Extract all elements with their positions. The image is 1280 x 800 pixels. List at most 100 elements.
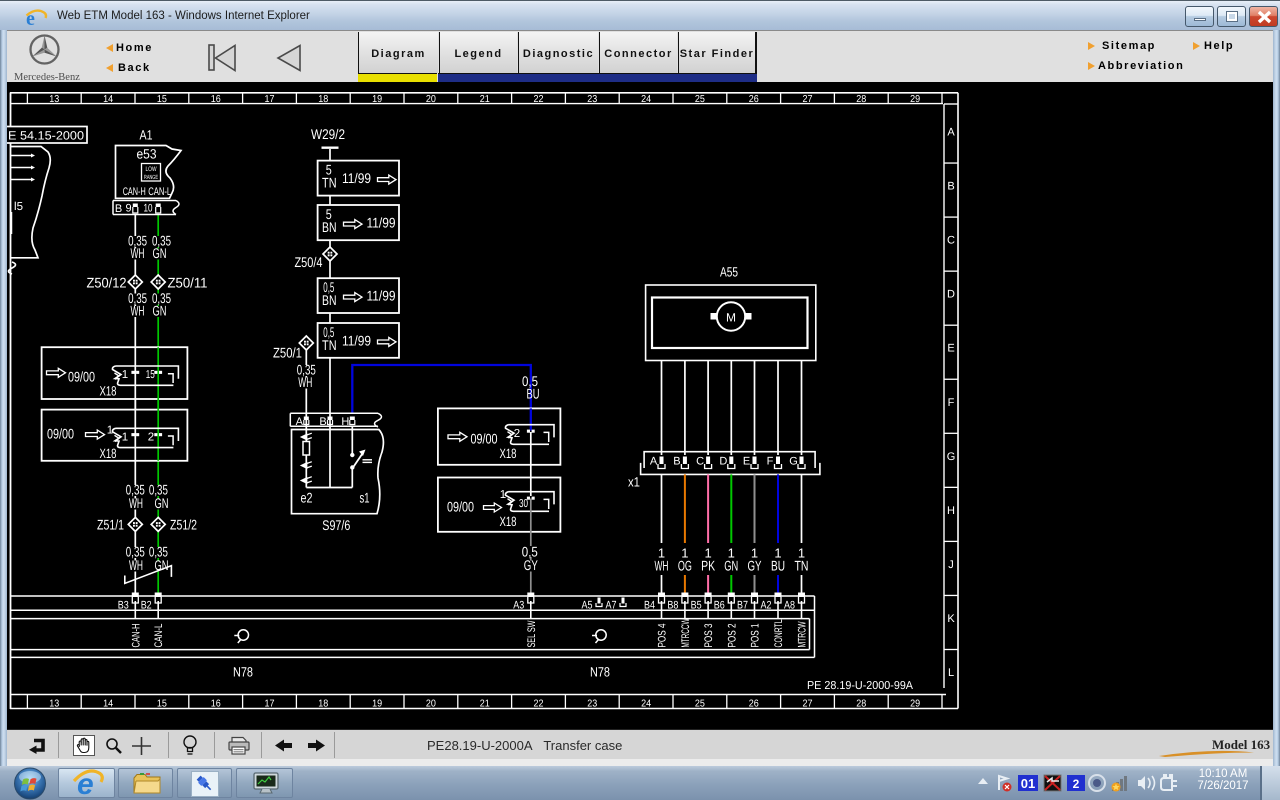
svg-text:OG: OG bbox=[678, 558, 692, 574]
svg-text:POS 3: POS 3 bbox=[703, 624, 715, 648]
svg-text:15: 15 bbox=[157, 699, 167, 710]
svg-text:CAN-L: CAN-L bbox=[153, 624, 165, 648]
svg-text:s1: s1 bbox=[360, 490, 370, 506]
svg-text:21: 21 bbox=[480, 699, 490, 710]
svg-text:x1: x1 bbox=[628, 474, 640, 489]
svg-text:B: B bbox=[319, 416, 326, 428]
svg-text:20: 20 bbox=[426, 94, 436, 105]
svg-text:25: 25 bbox=[695, 94, 705, 105]
svg-text:GY: GY bbox=[748, 558, 762, 574]
svg-text:2: 2 bbox=[514, 428, 520, 440]
svg-text:17: 17 bbox=[265, 699, 275, 710]
svg-text:09/00: 09/00 bbox=[47, 426, 74, 442]
svg-text:B6: B6 bbox=[714, 599, 725, 611]
svg-text:A5: A5 bbox=[582, 599, 593, 611]
svg-text:16: 16 bbox=[211, 94, 221, 105]
svg-text:B5: B5 bbox=[691, 599, 702, 611]
svg-text:A: A bbox=[947, 127, 955, 139]
svg-text:Z51/1: Z51/1 bbox=[97, 517, 124, 533]
svg-text:H: H bbox=[341, 416, 349, 428]
svg-text:X18: X18 bbox=[500, 446, 517, 461]
svg-text:B7: B7 bbox=[737, 599, 748, 611]
svg-text:BU: BU bbox=[527, 385, 540, 401]
svg-text:K: K bbox=[947, 613, 955, 625]
svg-text:GN: GN bbox=[155, 495, 169, 511]
svg-text:PK: PK bbox=[701, 558, 715, 574]
svg-text:S97/6: S97/6 bbox=[322, 517, 350, 533]
svg-text:30: 30 bbox=[519, 498, 528, 510]
svg-text:Z50/1: Z50/1 bbox=[273, 345, 302, 361]
svg-text:Z51/2: Z51/2 bbox=[170, 517, 197, 533]
svg-text:MTRCW: MTRCW bbox=[797, 621, 809, 647]
svg-text:W29/2: W29/2 bbox=[311, 126, 345, 142]
svg-text:A1: A1 bbox=[140, 128, 153, 143]
svg-text:A55: A55 bbox=[720, 265, 738, 280]
svg-text:X18: X18 bbox=[100, 384, 117, 399]
svg-text:LOW: LOW bbox=[146, 166, 158, 173]
svg-text:TN: TN bbox=[322, 337, 337, 353]
svg-text:A3: A3 bbox=[513, 599, 524, 611]
svg-text:CONRTL: CONRTL bbox=[773, 620, 785, 648]
svg-text:23: 23 bbox=[587, 699, 597, 710]
svg-text:POS 1: POS 1 bbox=[750, 624, 762, 648]
svg-text:26: 26 bbox=[749, 699, 759, 710]
svg-text:BU: BU bbox=[771, 558, 785, 574]
svg-text:Z50/4: Z50/4 bbox=[295, 254, 323, 270]
svg-text:22: 22 bbox=[534, 699, 544, 710]
svg-text:E: E bbox=[947, 343, 954, 355]
svg-text:18: 18 bbox=[318, 699, 328, 710]
svg-text:H: H bbox=[947, 505, 955, 517]
svg-text:WH: WH bbox=[131, 245, 145, 261]
svg-text:GN: GN bbox=[153, 303, 167, 319]
svg-text:PE 28.19-U-2000-99A: PE 28.19-U-2000-99A bbox=[807, 680, 913, 692]
svg-text:C: C bbox=[696, 456, 704, 468]
svg-text:TN: TN bbox=[795, 558, 809, 574]
svg-text:17: 17 bbox=[265, 94, 275, 105]
svg-text:2: 2 bbox=[1073, 777, 1080, 791]
svg-text:BN: BN bbox=[322, 219, 337, 235]
svg-text:20: 20 bbox=[426, 699, 436, 710]
svg-text:WH: WH bbox=[129, 495, 143, 511]
svg-text:X18: X18 bbox=[100, 446, 117, 461]
svg-text:e2: e2 bbox=[301, 490, 313, 506]
svg-text:28: 28 bbox=[856, 94, 866, 105]
svg-text:25: 25 bbox=[695, 699, 705, 710]
svg-text:L: L bbox=[948, 667, 954, 679]
svg-text:09/00: 09/00 bbox=[447, 499, 474, 515]
svg-text:G: G bbox=[789, 456, 798, 468]
svg-text:29: 29 bbox=[910, 94, 920, 105]
svg-text:18: 18 bbox=[318, 94, 328, 105]
svg-text:A2: A2 bbox=[761, 599, 772, 611]
svg-text:MTRCCW: MTRCCW bbox=[680, 618, 692, 647]
svg-text:9: 9 bbox=[125, 203, 131, 215]
svg-text:M: M bbox=[726, 311, 736, 325]
svg-text:X18: X18 bbox=[500, 514, 517, 529]
svg-text:11/99: 11/99 bbox=[367, 288, 396, 304]
svg-text:WH: WH bbox=[131, 303, 145, 319]
svg-text:RANGE: RANGE bbox=[144, 174, 158, 181]
svg-text:CAN-H: CAN-H bbox=[130, 623, 142, 647]
svg-text:BN: BN bbox=[322, 292, 337, 308]
svg-text:Z50/12: Z50/12 bbox=[87, 275, 127, 291]
svg-text:l5: l5 bbox=[14, 201, 23, 213]
svg-text:WH: WH bbox=[298, 374, 312, 390]
svg-text:14: 14 bbox=[103, 699, 113, 710]
svg-text:B: B bbox=[673, 456, 680, 468]
svg-text:D: D bbox=[947, 289, 955, 301]
svg-text:24: 24 bbox=[641, 699, 651, 710]
svg-text:21: 21 bbox=[480, 94, 490, 105]
svg-text:B3: B3 bbox=[118, 599, 129, 611]
svg-text:14: 14 bbox=[103, 94, 113, 105]
svg-text:WH: WH bbox=[129, 557, 143, 573]
svg-text:13: 13 bbox=[49, 699, 59, 710]
svg-text:GN: GN bbox=[724, 558, 738, 574]
svg-text:e53: e53 bbox=[137, 147, 157, 162]
svg-text:CAN-L: CAN-L bbox=[148, 186, 171, 198]
svg-text:26: 26 bbox=[749, 94, 759, 105]
svg-text:27: 27 bbox=[803, 699, 813, 710]
svg-text:D: D bbox=[719, 456, 727, 468]
svg-text:TN: TN bbox=[322, 175, 337, 191]
svg-text:B4: B4 bbox=[644, 599, 655, 611]
svg-text:01: 01 bbox=[1021, 776, 1035, 791]
svg-text:19: 19 bbox=[372, 699, 382, 710]
